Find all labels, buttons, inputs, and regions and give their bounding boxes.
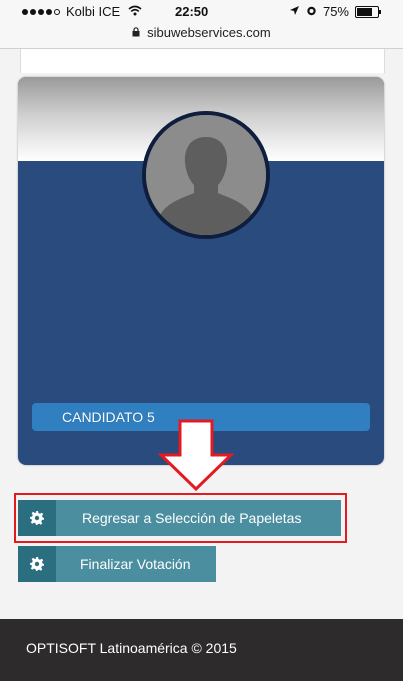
battery-icon	[355, 5, 381, 18]
web-page: CANDIDATO 5 Regresar a Selección de Pape…	[0, 49, 403, 681]
phone-screen: Kolbi ICE 22:50 75% sibuwebservices.com …	[0, 0, 403, 681]
page-top-strip	[20, 49, 385, 73]
address-bar[interactable]: sibuwebservices.com	[0, 22, 403, 49]
footer-text: OPTISOFT Latinoamérica © 2015	[26, 640, 237, 656]
url-text: sibuwebservices.com	[147, 25, 271, 40]
page-footer: OPTISOFT Latinoamérica © 2015	[0, 619, 403, 681]
status-right: 75%	[289, 4, 381, 19]
candidate-card: CANDIDATO 5	[18, 77, 384, 465]
status-bar: Kolbi ICE 22:50 75%	[0, 0, 403, 22]
battery-percent: 75%	[322, 4, 349, 19]
gear-icon	[18, 546, 56, 582]
gear-icon	[18, 500, 56, 536]
lock-icon	[132, 27, 143, 40]
back-to-ballots-button[interactable]: Regresar a Selección de Papeletas	[18, 500, 341, 536]
person-silhouette-icon	[142, 111, 270, 239]
carrier-name: Kolbi ICE	[66, 4, 121, 19]
back-to-ballots-label: Regresar a Selección de Papeletas	[82, 510, 302, 526]
finish-voting-label: Finalizar Votación	[80, 556, 191, 572]
carrier-info: Kolbi ICE	[22, 4, 142, 19]
wifi-icon	[128, 5, 142, 19]
battery-level	[357, 7, 372, 16]
location-arrow-icon	[289, 4, 300, 19]
signal-dots-icon	[22, 8, 60, 15]
status-time: 22:50	[175, 4, 209, 19]
down-arrow-icon	[158, 419, 234, 491]
alarm-icon	[306, 4, 317, 19]
finish-voting-button[interactable]: Finalizar Votación	[18, 546, 216, 582]
